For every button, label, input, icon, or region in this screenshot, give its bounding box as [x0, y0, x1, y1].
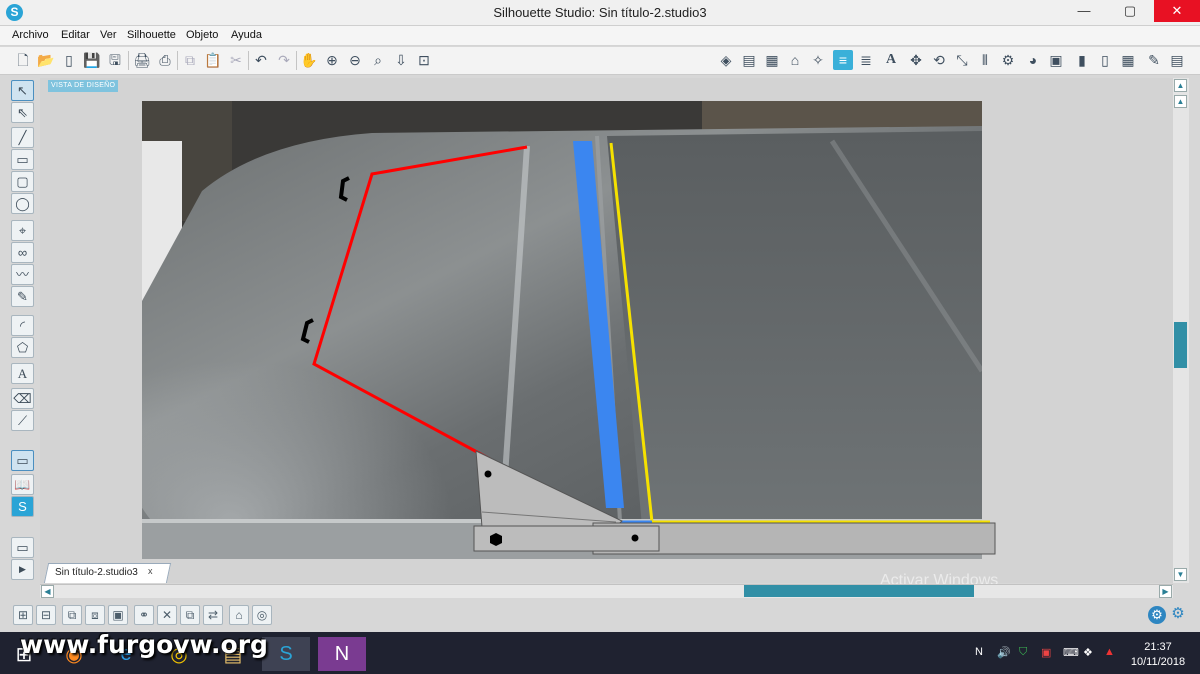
onenote-icon[interactable]: N [318, 637, 366, 671]
bracket-triangle-shape[interactable] [475, 450, 623, 528]
scroll-left-arrow-icon[interactable]: ◀ [41, 585, 54, 598]
delete-icon[interactable]: ✕ [157, 605, 177, 625]
red-line-shape[interactable] [312, 145, 528, 461]
mirror-icon[interactable]: ⇄ [203, 605, 223, 625]
ungroup-icon[interactable]: ⊟ [36, 605, 56, 625]
horizontal-scrollbar[interactable] [40, 584, 1173, 598]
hole-dot-icon-2 [631, 534, 639, 542]
bracket-mid-shape[interactable] [300, 318, 314, 344]
vertical-scroll-thumb[interactable] [1174, 322, 1187, 368]
tab-close-icon[interactable]: x [148, 566, 153, 576]
bracket-top-shape[interactable] [338, 176, 350, 202]
horizontal-scroll-thumb[interactable] [744, 585, 974, 597]
weld-icon[interactable]: ⚭ [134, 605, 154, 625]
site-watermark: www.furgovw.org [20, 630, 268, 659]
duplicate-icon[interactable]: ⧉ [180, 605, 200, 625]
settings-gear-icon[interactable]: ⚙ [1148, 606, 1166, 624]
target-icon[interactable]: ◎ [252, 605, 272, 625]
shield-icon[interactable]: ⛉ [1019, 646, 1027, 659]
scroll-right-arrow-icon[interactable]: ▶ [1159, 585, 1172, 598]
onenote-tray-icon[interactable]: N [975, 646, 983, 658]
taskbar-clock-date[interactable]: 10/11/2018 [1128, 656, 1188, 668]
offset-bottom-icon[interactable]: ⌂ [229, 605, 249, 625]
preferences-gear-icon[interactable]: ⚙ [1168, 604, 1188, 624]
dropbox-icon[interactable]: ❖ [1083, 646, 1093, 659]
scroll-down-arrow-icon[interactable]: ▼ [1174, 568, 1187, 581]
make-compound-icon[interactable]: ⧉ [62, 605, 82, 625]
yellow-line-shape[interactable] [609, 142, 990, 524]
silhouette-taskbar-icon[interactable]: S [262, 637, 310, 671]
network-icon[interactable]: ▣ [1041, 646, 1051, 659]
hole-dot-icon [484, 470, 492, 478]
release-compound-icon[interactable]: ⧈ [85, 605, 105, 625]
warning-icon[interactable]: ▲ [1104, 646, 1115, 658]
bottom-toolbar: ⊞ ⊟ ⧉ ⧈ ▣ ⚭ ✕ ⧉ ⇄ ⌂ ◎ [0, 599, 1200, 631]
group-icon[interactable]: ⊞ [13, 605, 33, 625]
bring-front-icon[interactable]: ▣ [108, 605, 128, 625]
scroll-up-arrow-icon[interactable]: ▲ [1174, 79, 1187, 92]
taskbar-clock-time[interactable]: 21:37 [1130, 641, 1186, 653]
scroll-up-arrow-icon-2[interactable]: ▲ [1174, 95, 1187, 108]
drawing-overlay [300, 141, 996, 555]
volume-icon[interactable]: 🔊 [997, 646, 1011, 659]
document-tab-label: Sin título-2.studio3 [55, 567, 138, 578]
keyboard-icon[interactable]: ⌨ [1063, 646, 1079, 659]
